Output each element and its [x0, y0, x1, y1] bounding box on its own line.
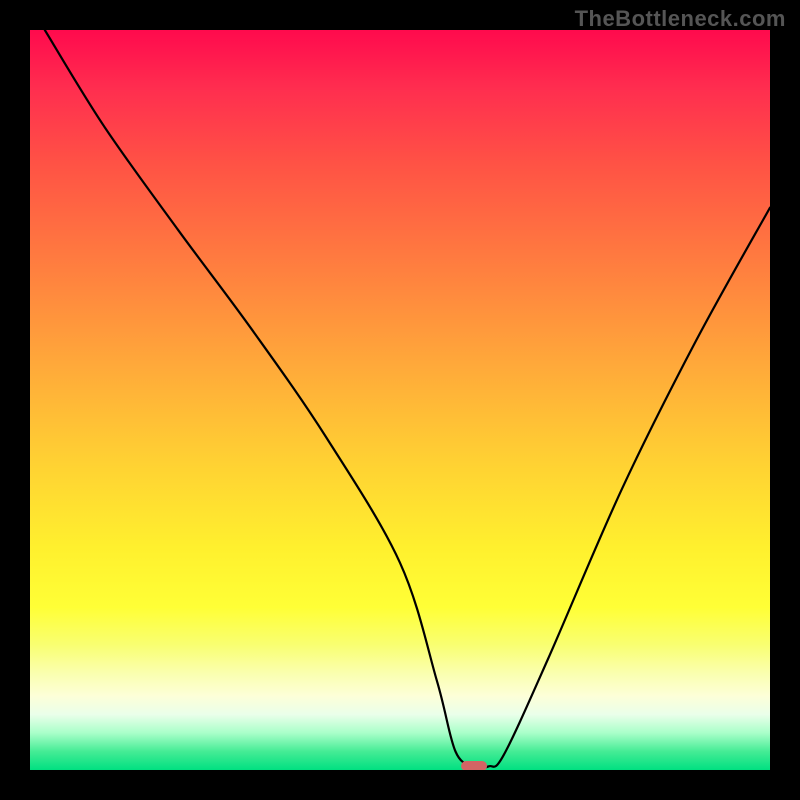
bottleneck-curve: [30, 30, 770, 770]
watermark-text: TheBottleneck.com: [575, 6, 786, 32]
optimal-point-marker: [461, 761, 487, 770]
chart-frame: TheBottleneck.com: [0, 0, 800, 800]
plot-area: [30, 30, 770, 770]
